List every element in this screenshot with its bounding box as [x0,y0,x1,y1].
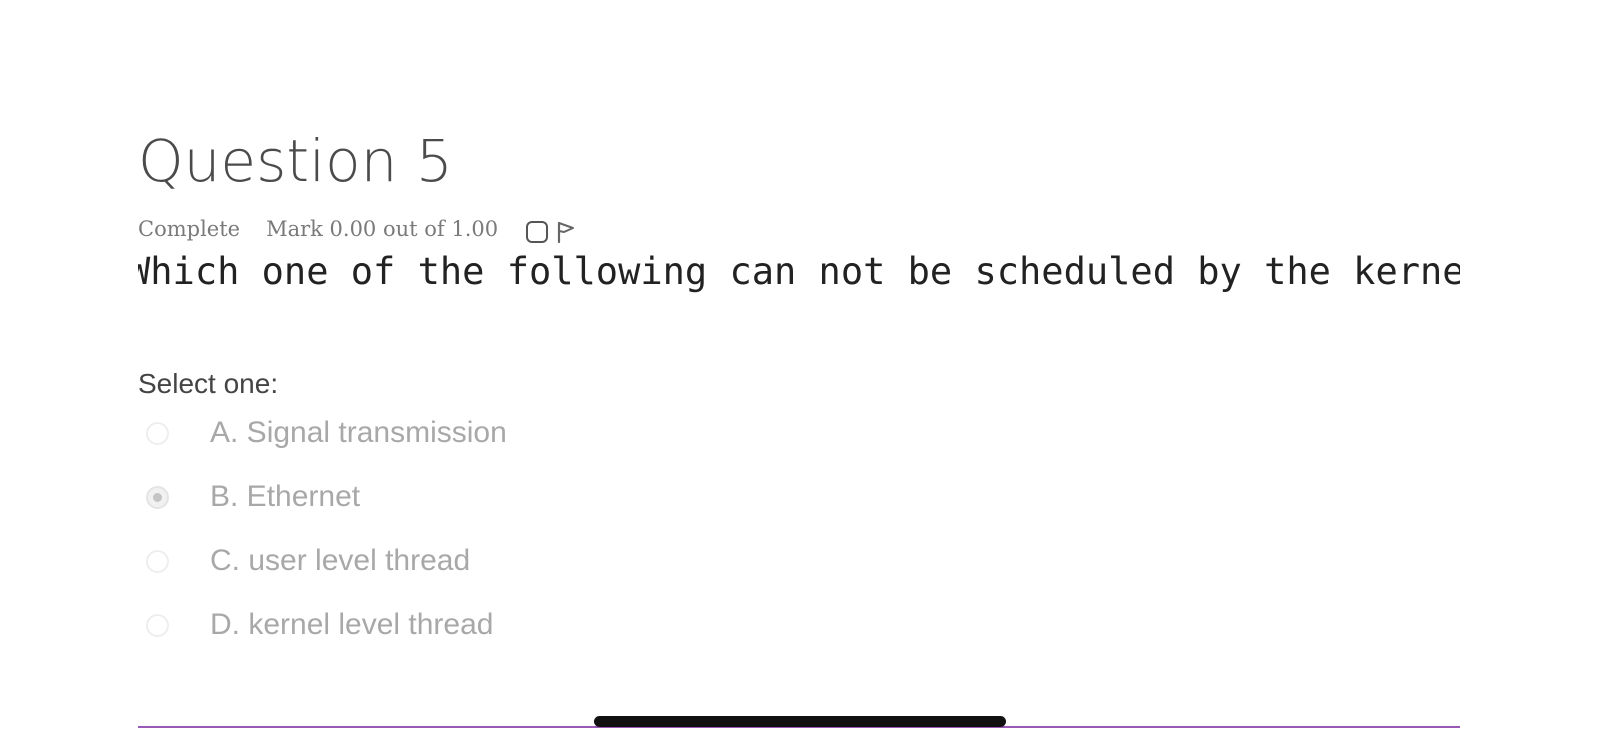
question-text: Which one of the following can not be sc… [138,250,1460,293]
flag-checkbox-icon[interactable] [526,221,549,243]
question-mark: Mark 0.00 out of 1.00 [266,217,499,241]
home-indicator[interactable] [594,716,1006,727]
question-info: Complete Mark 0.00 out of 1.00 [138,214,576,244]
question-status: Complete [138,217,241,241]
flag-icon[interactable] [556,220,576,244]
question-title: Question 5 [138,127,453,195]
radio-button-selected[interactable] [146,485,169,509]
answer-label: B. Ethernet [210,480,361,513]
answer-label: C. user level thread [210,544,471,577]
answer-option-b[interactable]: B. Ethernet [146,472,360,522]
answer-label: D. kernel level thread [210,608,494,641]
answer-option-d[interactable]: D. kernel level thread [146,600,493,650]
answer-label: A. Signal transmission [210,416,507,449]
answer-option-c[interactable]: C. user level thread [146,536,470,586]
radio-button[interactable] [146,549,169,573]
radio-dot-icon [153,492,162,502]
radio-button[interactable] [146,613,169,637]
answer-option-a[interactable]: A. Signal transmission [146,408,507,458]
radio-button[interactable] [146,421,169,445]
select-one-label: Select one: [138,368,279,399]
